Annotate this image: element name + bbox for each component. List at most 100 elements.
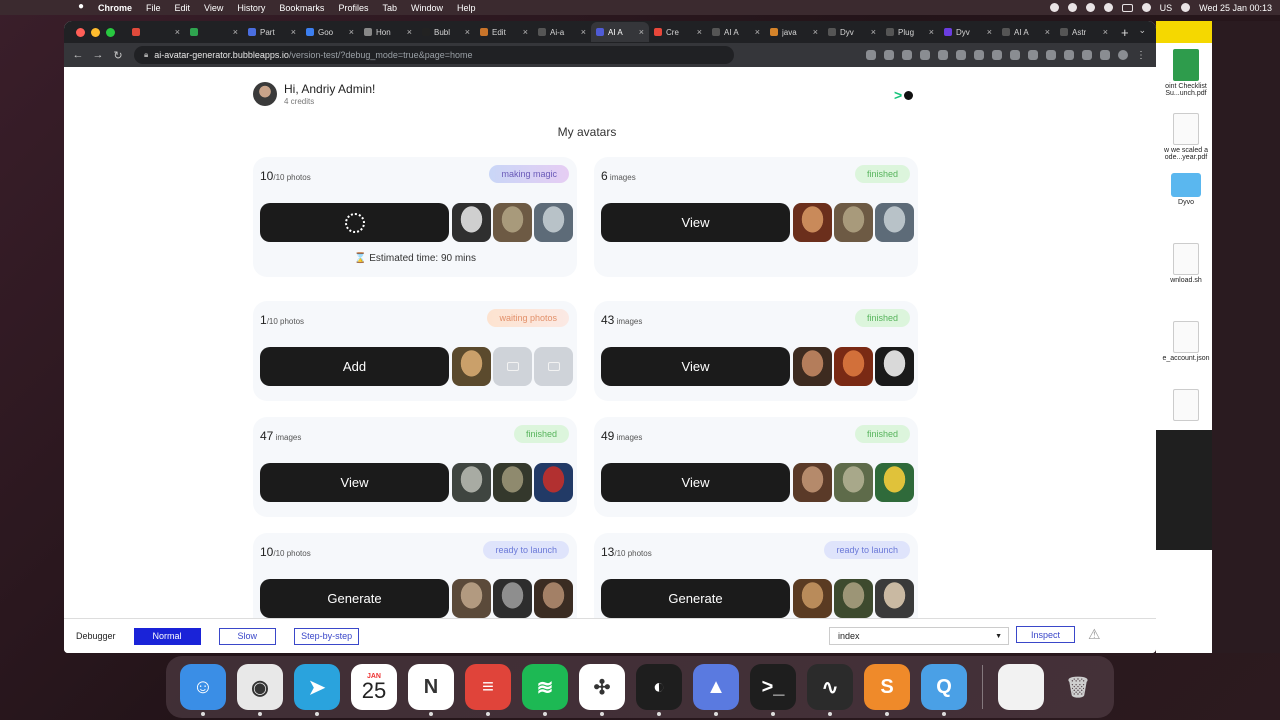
- paw-icon[interactable]: ▲: [693, 664, 739, 716]
- menu-help[interactable]: Help: [457, 3, 476, 13]
- spotify-icon[interactable]: ≋: [522, 664, 568, 716]
- terminal-icon[interactable]: >_: [750, 664, 796, 716]
- image-placeholder[interactable]: [534, 347, 573, 386]
- profile-avatar[interactable]: [1118, 50, 1128, 60]
- page-select[interactable]: index ▼: [829, 627, 1009, 645]
- view-button[interactable]: View: [260, 463, 449, 502]
- view-button[interactable]: View: [601, 203, 790, 242]
- avatar-thumbnail[interactable]: [534, 463, 573, 502]
- reload-icon[interactable]: ↻: [108, 49, 128, 62]
- extension-icon[interactable]: [902, 50, 912, 60]
- downloads-stack-icon[interactable]: [998, 664, 1044, 710]
- zoom-window-button[interactable]: [106, 27, 115, 37]
- tab-close-icon[interactable]: ×: [465, 27, 470, 37]
- browser-tab[interactable]: Goo ×: [301, 22, 359, 42]
- close-window-button[interactable]: [76, 27, 85, 37]
- figma-icon[interactable]: ◐: [636, 664, 682, 716]
- browser-tab[interactable]: Hon ×: [359, 22, 417, 42]
- tab-close-icon[interactable]: ×: [581, 27, 586, 37]
- menu-window[interactable]: Window: [411, 3, 443, 13]
- menu-file[interactable]: File: [146, 3, 161, 13]
- slack-icon[interactable]: ✣: [579, 664, 625, 716]
- browser-tab[interactable]: AI A ×: [997, 22, 1055, 42]
- extension-icon[interactable]: [1010, 50, 1020, 60]
- avatar-thumbnail[interactable]: [534, 203, 573, 242]
- bookmark-star-icon[interactable]: [884, 50, 894, 60]
- tab-close-icon[interactable]: ×: [175, 27, 180, 37]
- avatar-thumbnail[interactable]: [875, 463, 914, 502]
- browser-tab[interactable]: Ai-a ×: [533, 22, 591, 42]
- battery-icon[interactable]: [1121, 3, 1133, 12]
- image-placeholder[interactable]: [493, 347, 532, 386]
- avatar-thumbnail[interactable]: [534, 579, 573, 618]
- browser-tab[interactable]: Astr ×: [1055, 22, 1113, 42]
- tab-close-icon[interactable]: ×: [407, 27, 412, 37]
- browser-tab[interactable]: AI A ×: [591, 22, 649, 42]
- avatar-thumbnail[interactable]: [493, 463, 532, 502]
- browser-tab[interactable]: Cre ×: [649, 22, 707, 42]
- menu-chrome[interactable]: Chrome: [98, 3, 132, 13]
- tab-close-icon[interactable]: ×: [291, 27, 296, 37]
- notion-icon[interactable]: N: [408, 664, 454, 716]
- menu-view[interactable]: View: [204, 3, 223, 13]
- forward-icon[interactable]: →: [88, 49, 108, 61]
- more-menu-icon[interactable]: ⋮: [1136, 50, 1146, 61]
- extension-icon[interactable]: [1064, 50, 1074, 60]
- quicktime-icon[interactable]: Q: [921, 664, 967, 716]
- apple-icon[interactable]: ●: [78, 1, 84, 12]
- new-tab-button[interactable]: +: [1121, 25, 1129, 40]
- browser-tab[interactable]: Dyv ×: [939, 22, 997, 42]
- extensions-puzzle-icon[interactable]: [1082, 50, 1092, 60]
- search-icon[interactable]: [1181, 3, 1191, 12]
- keyboard-layout[interactable]: US: [1160, 3, 1173, 13]
- address-bar[interactable]: 🔒︎ ai-avatar-generator.bubbleapps.io/ver…: [134, 46, 734, 64]
- avatar-thumbnail[interactable]: [793, 463, 832, 502]
- tab-close-icon[interactable]: ×: [813, 27, 818, 37]
- extension-icon[interactable]: [992, 50, 1002, 60]
- avatar-thumbnail[interactable]: [793, 579, 832, 618]
- record-icon[interactable]: [1049, 3, 1059, 12]
- normal-mode-button[interactable]: Normal: [133, 627, 201, 645]
- status-app-icon[interactable]: [1103, 3, 1113, 12]
- view-button[interactable]: View: [601, 463, 790, 502]
- tab-close-icon[interactable]: ×: [929, 27, 934, 37]
- avatar-thumbnail[interactable]: [452, 347, 491, 386]
- chrome-icon[interactable]: ◉: [237, 664, 283, 716]
- tab-close-icon[interactable]: ×: [1045, 27, 1050, 37]
- app-logo[interactable]: >: [894, 87, 914, 103]
- finder-file[interactable]: e_account.json: [1156, 321, 1216, 362]
- browser-tab[interactable]: Plug ×: [881, 22, 939, 42]
- tab-close-icon[interactable]: ×: [1103, 27, 1108, 37]
- avatar-thumbnail[interactable]: [875, 347, 914, 386]
- avatar-thumbnail[interactable]: [875, 579, 914, 618]
- avatar-thumbnail[interactable]: [834, 579, 873, 618]
- extension-icon[interactable]: [1046, 50, 1056, 60]
- avatar-thumbnail[interactable]: [793, 347, 832, 386]
- browser-tab[interactable]: Part ×: [243, 22, 301, 42]
- browser-tab[interactable]: Bubl ×: [417, 22, 475, 42]
- extension-icon[interactable]: [920, 50, 930, 60]
- tab-close-icon[interactable]: ×: [523, 27, 528, 37]
- extension-icon[interactable]: [974, 50, 984, 60]
- browser-tab[interactable]: ×: [127, 22, 185, 42]
- menu-history[interactable]: History: [237, 3, 265, 13]
- step-by-step-button[interactable]: Step-by-step: [294, 627, 360, 645]
- trash-icon[interactable]: 🗑︎: [1055, 664, 1101, 710]
- avatar-thumbnail[interactable]: [452, 579, 491, 618]
- inspect-button[interactable]: Inspect: [1016, 626, 1076, 643]
- status-app-icon[interactable]: [1085, 3, 1095, 12]
- warning-icon[interactable]: ⚠: [1088, 626, 1101, 643]
- tab-close-icon[interactable]: ×: [697, 27, 702, 37]
- tab-close-icon[interactable]: ×: [871, 27, 876, 37]
- menubar-clock[interactable]: Wed 25 Jan 00:13: [1199, 3, 1272, 13]
- minimize-window-button[interactable]: [91, 27, 100, 37]
- browser-tab[interactable]: Edit ×: [475, 22, 533, 42]
- finder-icon[interactable]: ☺: [180, 664, 226, 716]
- menu-profiles[interactable]: Profiles: [338, 3, 368, 13]
- generate-button[interactable]: Generate: [260, 579, 449, 618]
- processing-button[interactable]: [260, 203, 449, 242]
- menu-bookmarks[interactable]: Bookmarks: [279, 3, 324, 13]
- slow-mode-button[interactable]: Slow: [218, 627, 277, 645]
- tab-search-icon[interactable]: ⌄: [1138, 25, 1146, 36]
- todoist-icon[interactable]: ≡: [465, 664, 511, 716]
